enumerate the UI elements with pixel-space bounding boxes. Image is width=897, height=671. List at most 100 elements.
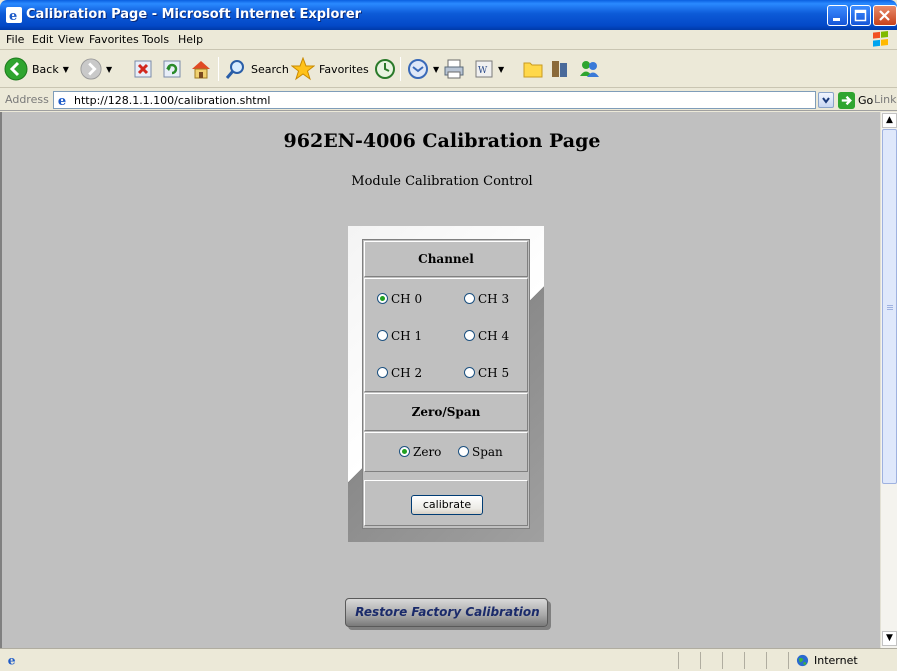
channel-option-0[interactable]: CH 0	[377, 292, 422, 306]
stop-icon	[134, 60, 152, 78]
menu-file[interactable]: File	[6, 33, 24, 46]
printer-icon	[444, 59, 464, 79]
calibration-panel: Channel CH 0 CH 3 CH 1 CH 4 CH 2 CH 5 Ze…	[362, 239, 530, 529]
close-button[interactable]	[873, 5, 897, 26]
radio-button-selected[interactable]	[399, 446, 410, 457]
svg-text:e: e	[8, 653, 16, 667]
zerospan-header: Zero/Span	[364, 393, 528, 431]
channel-option-4[interactable]: CH 4	[464, 329, 509, 343]
menu-favorites[interactable]: Favorites	[89, 33, 139, 46]
menu-view[interactable]: View	[58, 33, 84, 46]
svg-text:e: e	[58, 94, 66, 108]
home-icon	[192, 61, 210, 79]
address-dropdown-button[interactable]	[818, 92, 834, 108]
history-button[interactable]	[374, 55, 396, 83]
forward-button[interactable]: ▼	[80, 55, 112, 83]
radio-button[interactable]	[377, 367, 388, 378]
forward-arrow-icon	[80, 58, 102, 80]
address-label: Address	[5, 93, 49, 106]
chevron-down-icon: ▼	[62, 64, 69, 74]
security-zone[interactable]: Internet	[796, 654, 858, 667]
radio-button[interactable]	[377, 330, 388, 341]
calibrate-row: calibrate	[364, 480, 528, 526]
calibrate-button[interactable]: calibrate	[411, 495, 483, 515]
zero-option[interactable]: Zero	[399, 445, 441, 459]
zone-label: Internet	[814, 654, 858, 667]
chevron-down-icon: ▼	[498, 64, 505, 74]
research-button[interactable]	[549, 55, 571, 83]
search-button[interactable]: Search	[225, 55, 289, 83]
page-title: 962EN-4006 Calibration Page	[283, 130, 601, 152]
windows-logo-icon	[873, 31, 888, 47]
messenger-button[interactable]	[578, 55, 600, 83]
minimize-button[interactable]	[827, 5, 848, 26]
print-button[interactable]	[443, 55, 465, 83]
search-icon	[225, 60, 244, 79]
address-bar: Address e http://128.1.1.100/calibration…	[0, 89, 897, 111]
home-button[interactable]	[190, 55, 212, 83]
back-arrow-icon	[4, 57, 28, 81]
channel-option-1[interactable]: CH 1	[377, 329, 422, 343]
favorites-button[interactable]: Favorites	[291, 55, 369, 83]
messenger-icon	[580, 61, 599, 77]
radio-button[interactable]	[458, 446, 469, 457]
edit-button[interactable]: W ▼	[474, 55, 504, 83]
refresh-icon	[163, 60, 181, 78]
toolbar: Back ▼ ▼ Search Favorites ▼ W ▼	[0, 51, 897, 88]
svg-text:e: e	[9, 9, 17, 23]
maximize-button[interactable]	[850, 5, 871, 26]
radio-button[interactable]	[464, 293, 475, 304]
chevron-down-icon: ▼	[433, 64, 440, 74]
chevron-down-icon	[822, 97, 830, 104]
go-button[interactable]: Go	[838, 92, 873, 109]
radio-button[interactable]	[464, 330, 475, 341]
radio-button[interactable]	[464, 367, 475, 378]
minimize-icon	[833, 18, 840, 21]
channel-option-5[interactable]: CH 5	[464, 366, 509, 380]
page-subtitle: Module Calibration Control	[351, 174, 533, 189]
go-arrow-icon	[838, 92, 855, 109]
restore-factory-calibration-button[interactable]: Restore Factory Calibration	[345, 598, 548, 627]
research-icon	[552, 61, 567, 77]
links-label[interactable]: Links	[874, 93, 897, 106]
ie-icon: e	[6, 7, 22, 23]
svg-text:W: W	[478, 66, 488, 76]
channel-options: CH 0 CH 3 CH 1 CH 4 CH 2 CH 5	[364, 278, 528, 392]
globe-icon	[796, 654, 809, 667]
scroll-up-icon[interactable]: ▲	[882, 113, 897, 128]
stop-button[interactable]	[134, 55, 152, 83]
channel-option-2[interactable]: CH 2	[377, 366, 422, 380]
window-title: Calibration Page - Microsoft Internet Ex…	[26, 7, 362, 22]
ie-page-icon: e	[8, 653, 16, 667]
zerospan-options: Zero Span	[364, 432, 528, 472]
maximize-icon	[854, 9, 867, 22]
ie-page-icon: e	[58, 94, 66, 108]
mail-icon	[408, 59, 428, 79]
chevron-down-icon: ▼	[106, 64, 113, 74]
span-option[interactable]: Span	[458, 445, 503, 459]
word-document-icon: W	[475, 60, 493, 78]
menu-bar: File Edit View Favorites Tools Help	[0, 30, 897, 50]
scroll-down-icon[interactable]: ▼	[882, 631, 897, 646]
menu-help[interactable]: Help	[178, 33, 203, 46]
discuss-button[interactable]	[522, 55, 544, 83]
status-bar: e Internet	[0, 648, 897, 671]
folder-icon	[523, 62, 543, 78]
page-content: 962EN-4006 Calibration Page Module Calib…	[0, 112, 880, 648]
close-icon	[879, 10, 890, 21]
address-url: http://128.1.1.100/calibration.shtml	[74, 94, 271, 107]
radio-button-selected[interactable]	[377, 293, 388, 304]
channel-option-3[interactable]: CH 3	[464, 292, 509, 306]
back-button[interactable]: Back ▼	[4, 55, 69, 83]
calibration-table: Channel CH 0 CH 3 CH 1 CH 4 CH 2 CH 5 Ze…	[348, 226, 544, 542]
scrollbar-thumb[interactable]	[882, 129, 897, 484]
title-bar[interactable]: e Calibration Page - Microsoft Internet …	[0, 0, 897, 30]
refresh-button[interactable]	[163, 55, 181, 83]
menu-tools[interactable]: Tools	[142, 33, 169, 46]
channel-header: Channel	[364, 241, 528, 277]
address-input[interactable]: e http://128.1.1.100/calibration.shtml	[53, 91, 816, 109]
mail-button[interactable]: ▼	[407, 55, 439, 83]
menu-edit[interactable]: Edit	[32, 33, 53, 46]
vertical-scrollbar[interactable]: ▲ ▼	[880, 112, 897, 648]
history-icon	[375, 59, 395, 79]
